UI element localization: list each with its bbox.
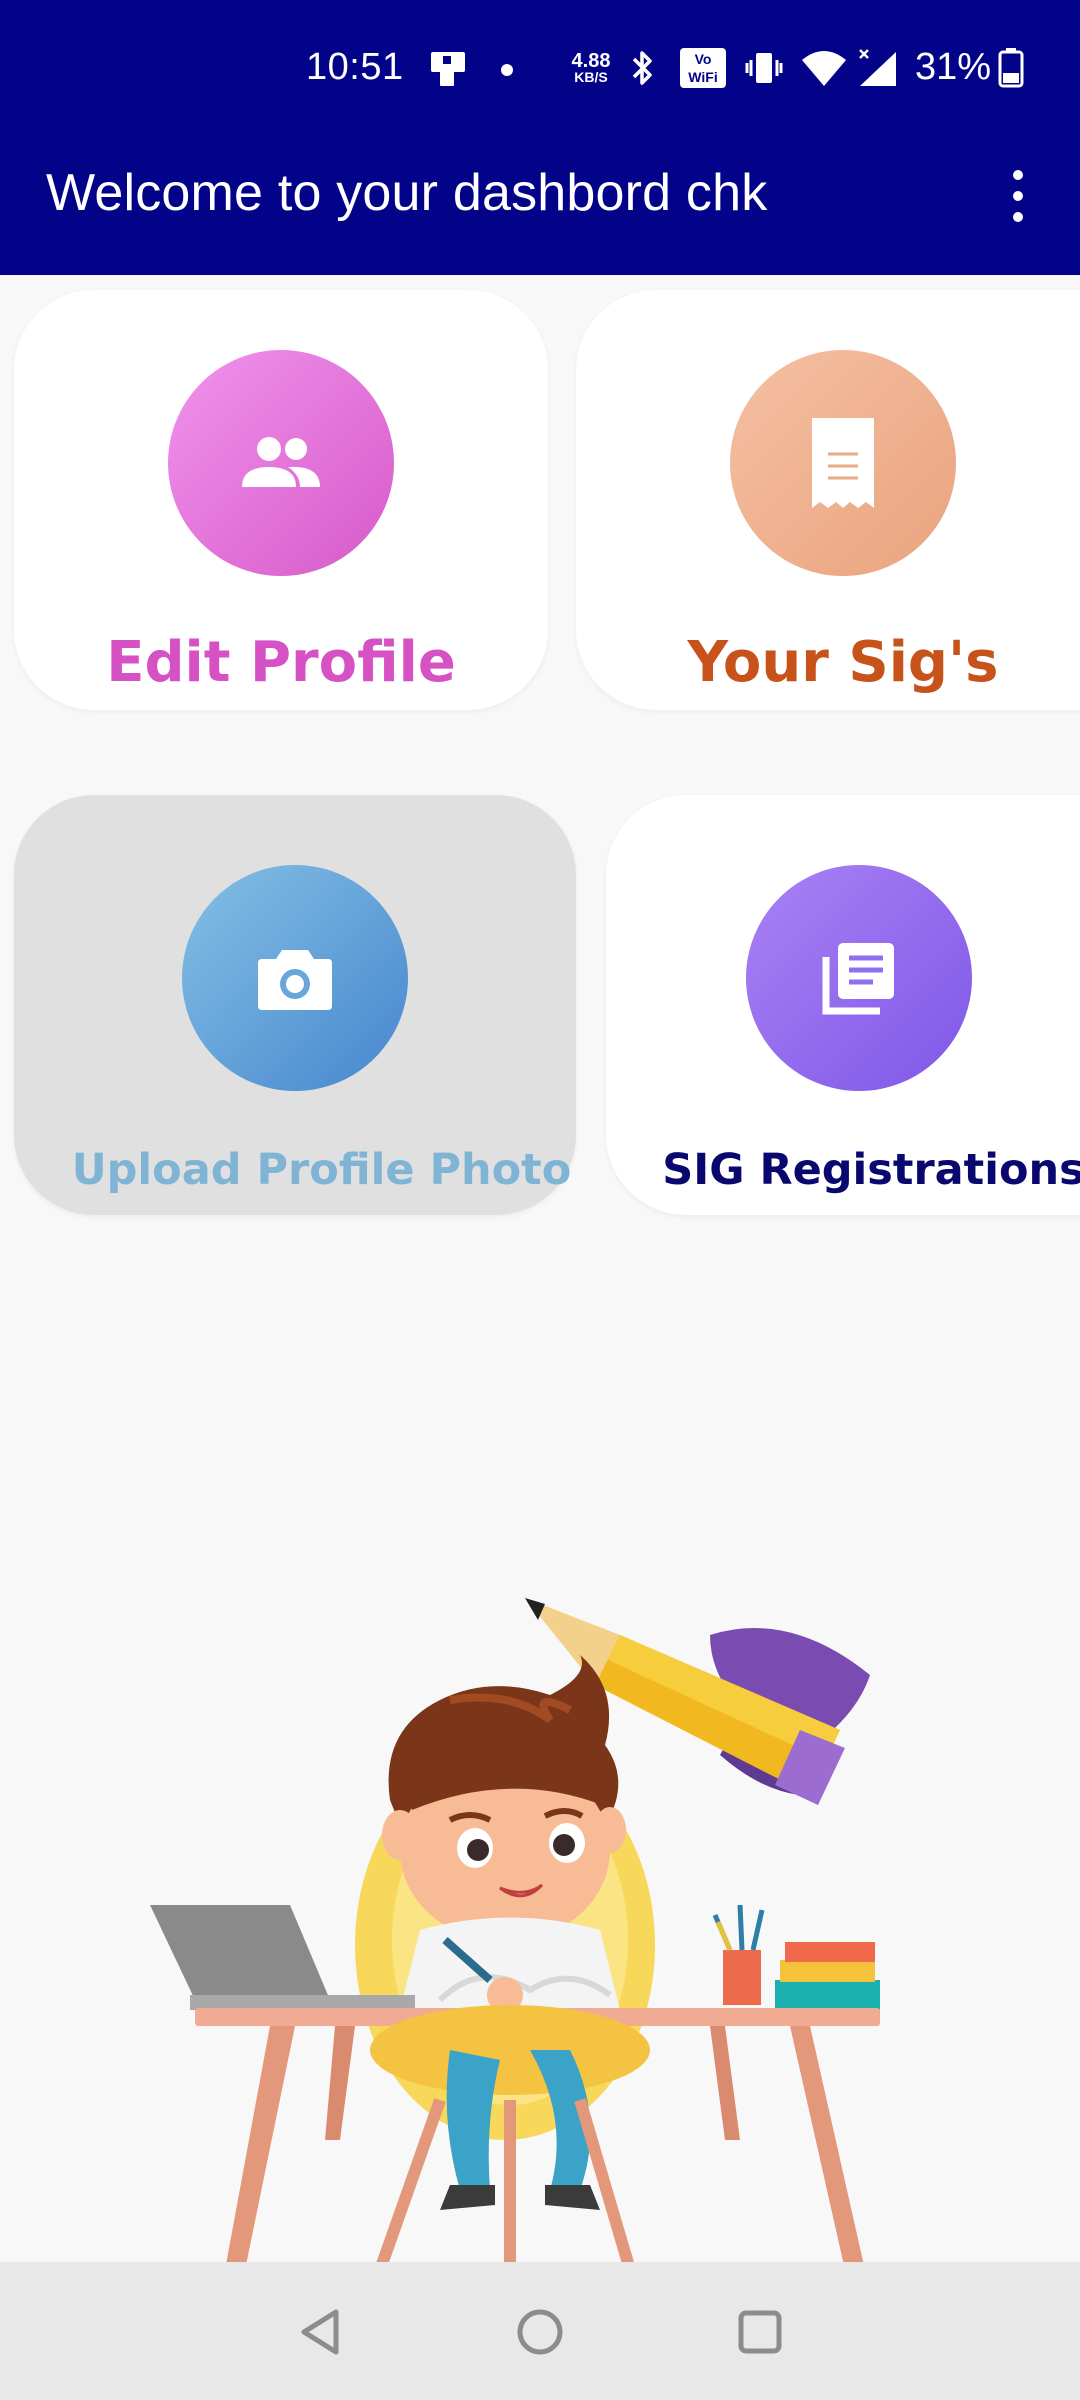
network-speed-unit: KB/S — [574, 69, 608, 85]
your-sigs-label: Your Sig's — [687, 630, 999, 695]
overflow-menu-icon[interactable] — [996, 160, 1040, 232]
upload-photo-icon-circle — [182, 865, 408, 1091]
sig-registrations-label: SIG Registrations — [662, 1145, 1080, 1195]
system-navigation-bar — [0, 2262, 1080, 2400]
sig-registrations-card[interactable]: SIG Registrations — [606, 795, 1080, 1215]
page-title: Welcome to your dashbord chk — [46, 164, 768, 222]
receipt-icon — [812, 418, 874, 508]
battery-percent: 31% — [915, 46, 992, 88]
edit-profile-icon-circle — [168, 350, 394, 576]
vibrate-icon — [745, 53, 783, 83]
network-speed-value: 4.88 — [571, 50, 611, 72]
home-circle-icon[interactable] — [510, 2302, 570, 2362]
your-sigs-card[interactable]: Your Sig's — [576, 290, 1080, 710]
bluetooth-icon — [632, 51, 652, 85]
upload-profile-photo-card[interactable]: Upload Profile Photo — [14, 795, 576, 1215]
vowifi-label-top: Vo — [694, 51, 712, 67]
dot-icon — [501, 64, 513, 76]
cellular-signal-icon — [859, 49, 896, 86]
status-time: 10:51 — [306, 46, 404, 88]
battery-icon — [998, 48, 1024, 88]
boy-studying-illustration — [150, 1598, 880, 2270]
notification-icon — [431, 52, 465, 86]
recents-square-icon[interactable] — [730, 2302, 790, 2362]
sig-registrations-icon-circle — [746, 865, 972, 1091]
your-sigs-icon-circle — [730, 350, 956, 576]
wifi-icon — [802, 51, 846, 86]
people-icon — [242, 437, 320, 487]
vowifi-icon: Vo WiFi — [680, 48, 726, 88]
vowifi-label-bottom: WiFi — [688, 69, 718, 85]
camera-icon — [258, 950, 332, 1010]
network-speed: 4.88 KB/S — [566, 50, 616, 85]
back-triangle-icon[interactable] — [292, 2302, 352, 2362]
edit-profile-label: Edit Profile — [106, 630, 456, 695]
library-books-icon — [822, 943, 894, 1015]
status-bar: 10:51 4.88 KB/S Vo WiFi 31% — [0, 0, 1080, 140]
app-header: 10:51 4.88 KB/S Vo WiFi 31% Welcome to y… — [0, 0, 1080, 275]
edit-profile-card[interactable]: Edit Profile — [14, 290, 548, 710]
upload-profile-photo-label: Upload Profile Photo — [71, 1145, 572, 1195]
